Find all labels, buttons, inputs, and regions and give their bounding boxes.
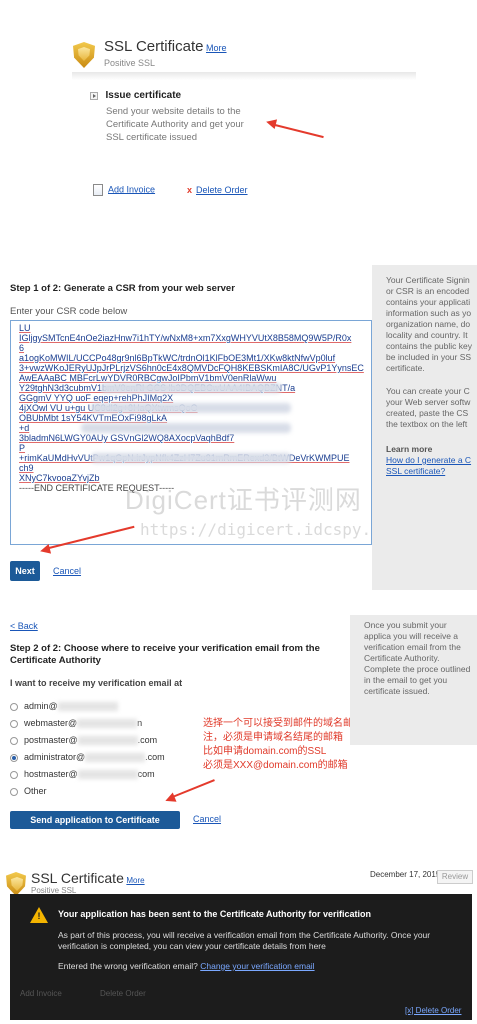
radio-button[interactable] [10,770,18,779]
ssl-shield-icon [73,42,95,68]
wrong-email-line: Entered the wrong verification email? Ch… [58,961,315,971]
radio-button[interactable] [10,787,18,796]
next-button[interactable]: Next [10,561,40,581]
csr-line: P [19,443,26,453]
csr-help-text-2: You can create your C your Web server so… [386,386,471,429]
delete-order-action[interactable]: x Delete Order [187,185,248,195]
csr-line: OBUbMbt 1sY54KVTmEOxFi98gLkA [19,413,168,423]
product-subtitle: Positive SSL [104,58,156,68]
radio-button-selected[interactable] [10,753,18,762]
email-option-other[interactable]: Other [10,786,47,796]
redacted-domain [77,770,138,780]
warning-icon: ! [30,907,48,923]
radio-button[interactable] [10,736,18,745]
csr-help-text: Your Certificate Signin or CSR is an enc… [386,275,472,373]
ghost-add-invoice: Add Invoice [20,989,62,998]
issue-certificate-description: Send your website details to the Certifi… [106,106,244,143]
email-option[interactable]: admin@ [10,701,118,712]
annotation-arrow [169,779,215,799]
email-option[interactable]: webmaster@ n [10,718,142,729]
radio-button[interactable] [10,719,18,728]
csr-line: a1ogKoMWIL/UCCPo48gr9nl6BpTkWC/trdnOl1Kl… [19,353,336,363]
step2-heading: Step 2 of 2: Choose where to receive you… [10,643,320,666]
verification-email-panel: < Back Step 2 of 2: Choose where to rece… [0,615,477,843]
add-invoice-action[interactable]: Add Invoice [93,184,155,196]
back-link[interactable]: < Back [10,621,38,631]
verification-help-text: Once you submit your applica you will re… [364,620,471,696]
delete-x-icon: x [187,185,193,195]
annotation-arrow-head [38,543,52,557]
issue-certificate-panel: SSL Certificate More Positive SSL Issue … [0,0,477,240]
csr-line: LU [19,323,31,333]
csr-line: ch9 [19,463,34,473]
cancel-link[interactable]: Cancel [193,814,221,824]
send-application-button[interactable]: Send application to Certificate Authorit… [10,811,180,843]
radio-button[interactable] [10,702,18,711]
delete-order-link[interactable]: Delete Order [196,185,248,195]
success-notification: ! Your application has been sent to the … [10,894,472,1020]
annotation-arrow [274,124,324,139]
watermark-url: https://digicert.idcspy.com/ [140,520,410,539]
redacted-region [91,453,291,463]
csr-label: Enter your CSR code below [10,306,128,317]
more-link[interactable]: More [126,876,144,885]
verification-help-sidebar: Once you submit your applica you will re… [350,615,477,745]
redacted-domain [77,719,138,729]
cancel-link[interactable]: Cancel [53,566,81,576]
email-question: I want to receive my verification email … [10,678,183,688]
learn-more-link[interactable]: How do I generate a C SSL certificate? [386,455,476,477]
csr-line: 3bladmN6LWGY0AUy GSVnGl2WQ8AXocpVaqhBdf7 [19,433,235,443]
redacted-region [91,403,291,413]
learn-more-heading: Learn more [386,444,433,454]
email-option-selected[interactable]: administrator@ .com [10,752,165,763]
csr-line: AwEAAaBC MBFcrLwYDVR0RBCgwJoIPbmV1bmV0en… [19,373,277,383]
review-button[interactable]: Review [437,870,473,884]
generate-csr-panel: Step 1 of 2: Generate a CSR from your we… [0,265,477,590]
application-sent-panel: SSL Certificate More Positive SSL Decemb… [0,860,477,1024]
delete-order-link[interactable]: [x] Delete Order [405,1006,461,1015]
product-title: SSL Certificate [31,870,124,886]
expand-arrow-icon[interactable] [90,91,98,100]
more-link[interactable]: More [206,43,227,53]
ghost-delete-order: Delete Order [100,989,146,998]
email-option[interactable]: postmaster@ .com [10,735,157,746]
redacted-region [101,383,281,393]
notification-body: As part of this process, you will receiv… [58,930,431,951]
redacted-domain [57,702,118,712]
annotation-note: 选择一个可以接受到邮件的域名邮箱 注，必须是申请域名结尾的邮箱 比如申请doma… [203,718,363,771]
watermark-title: DigiCert证书评测网 [125,485,362,515]
redacted-region [81,423,291,433]
csr-help-sidebar: Your Certificate Signin or CSR is an enc… [372,265,477,590]
step1-heading: Step 1 of 2: Generate a CSR from your we… [10,283,235,294]
add-invoice-link[interactable]: Add Invoice [108,184,155,194]
redacted-domain [85,753,146,763]
notification-title: Your application has been sent to the Ce… [58,909,372,919]
invoice-icon [93,184,103,196]
csr-line: 6 [19,343,25,353]
issue-certificate-section: Issue certificate Send your website deta… [90,90,280,144]
product-title: SSL Certificate [104,38,204,55]
order-date: December 17, 2015 [370,870,441,879]
change-email-link[interactable]: Change your verification email [200,961,314,971]
header-divider [72,72,416,80]
csr-line: IGljgySMTcnE4nOe2iazHnw7i1hTY/wNxM8+xm7X… [19,333,352,343]
csr-line: 3+vwzWKoJERyUJpJrPLrjzVS6hn0cE4x8QMVDcFQ… [19,363,364,373]
redacted-domain [77,736,138,746]
csr-line: GGgmV YYQ uoF eqep+rehPhJIMq2X [19,393,174,403]
ssl-shield-icon [6,872,26,896]
issue-certificate-title[interactable]: Issue certificate [106,90,182,101]
email-option[interactable]: hostmaster@ com [10,769,155,780]
